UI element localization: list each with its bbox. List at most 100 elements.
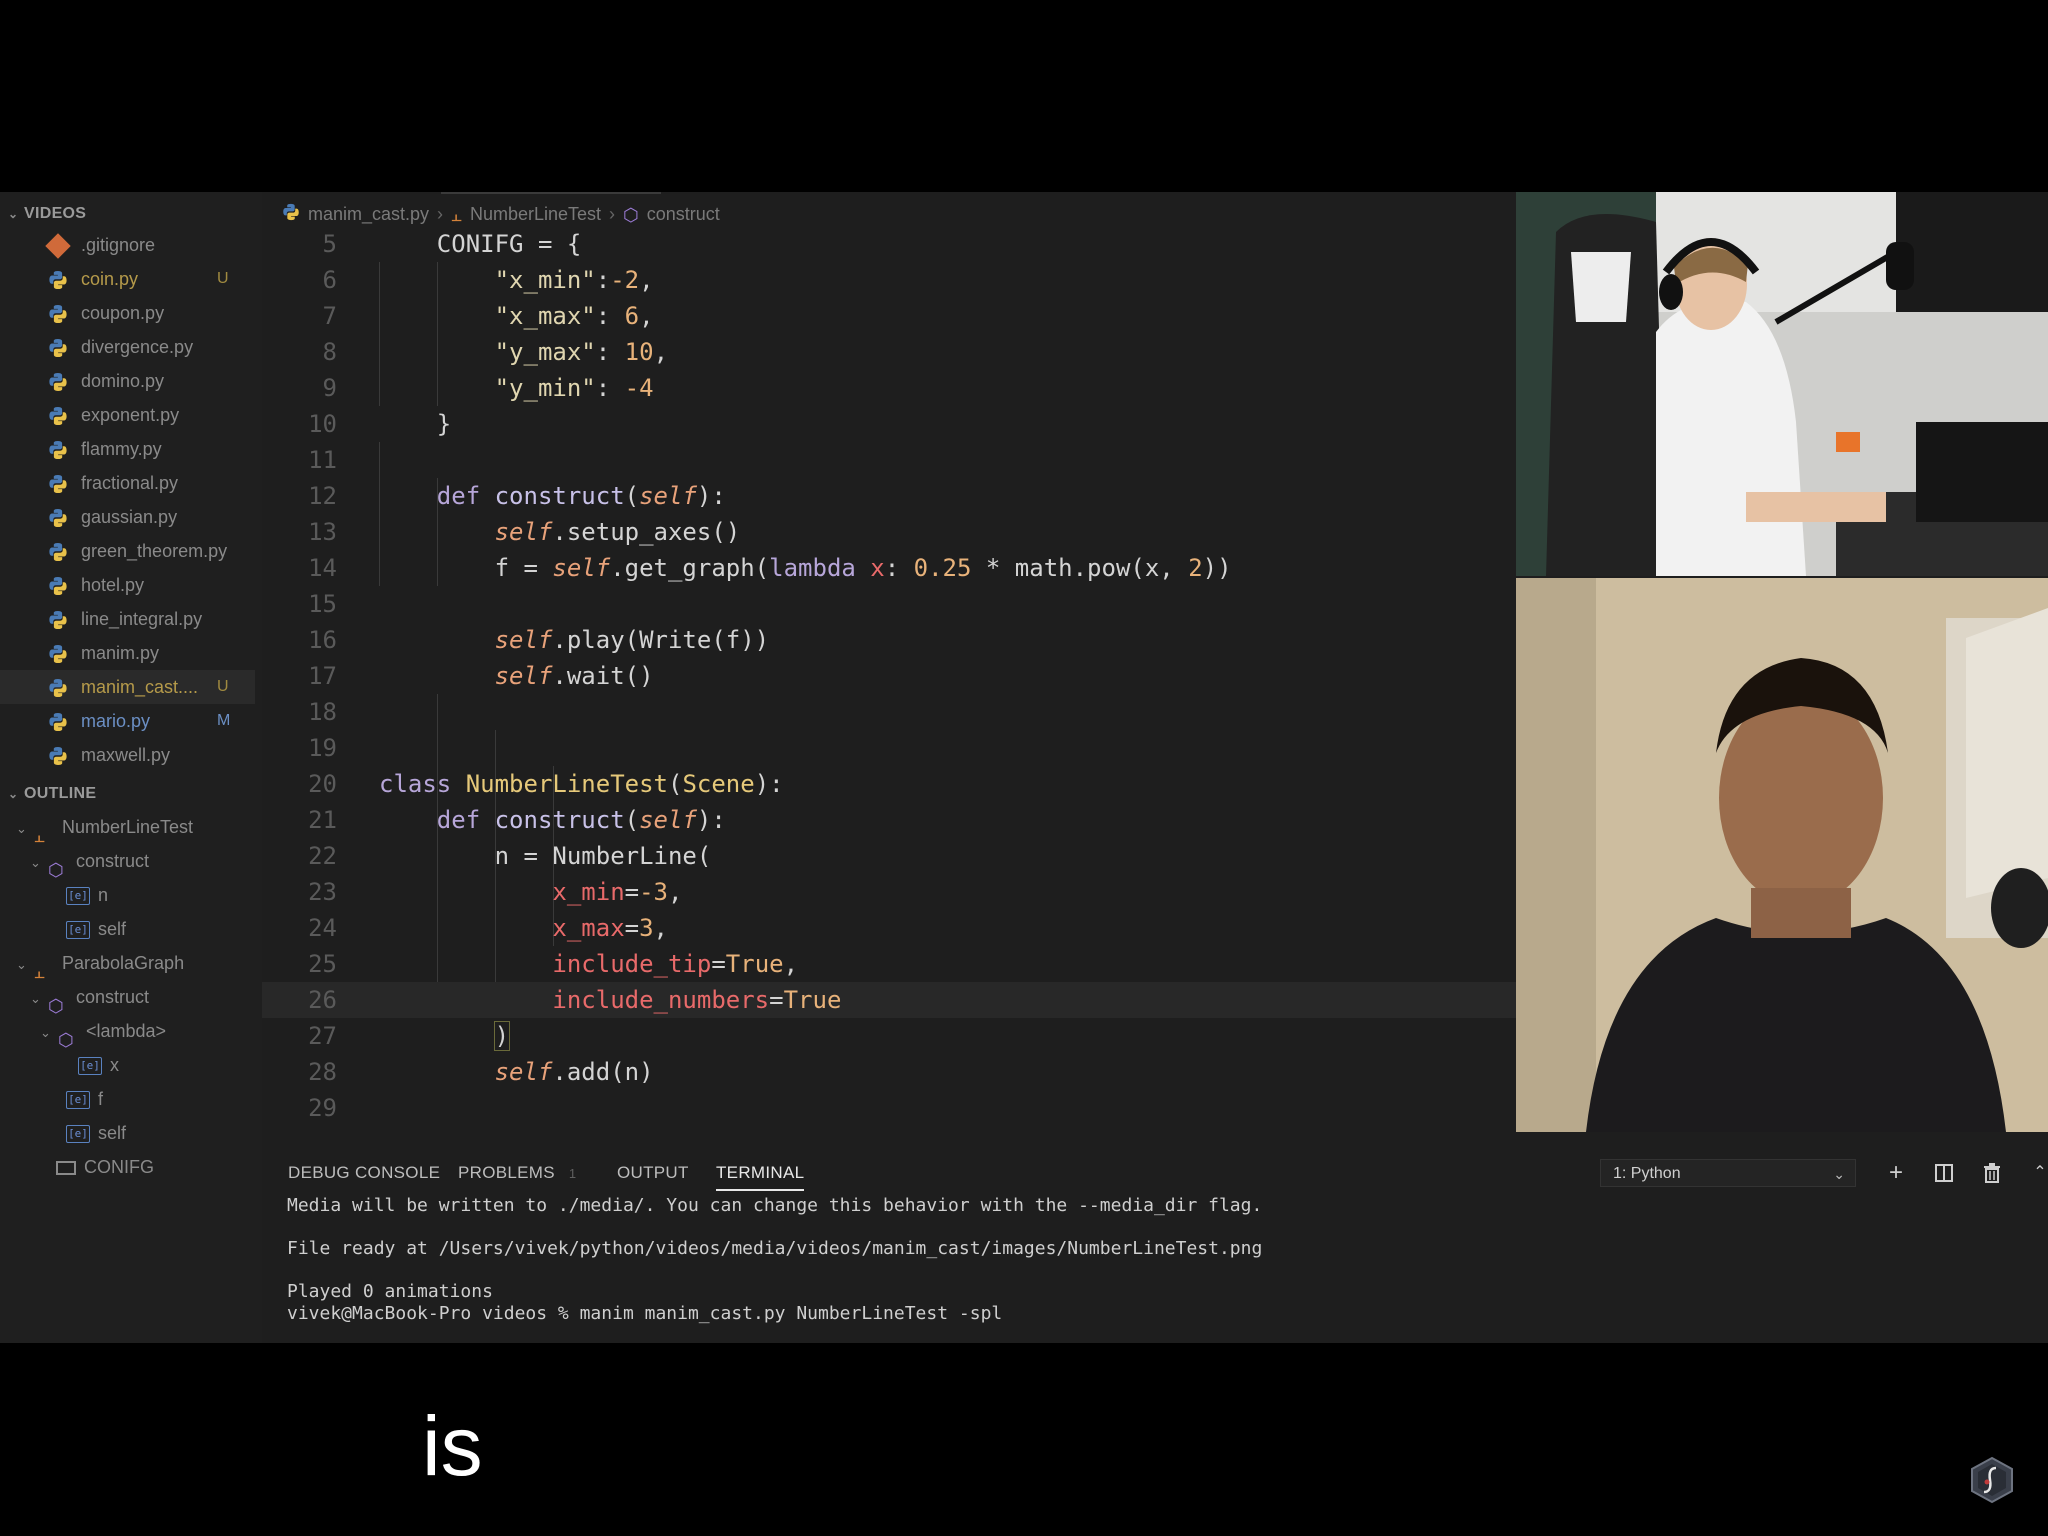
breadcrumb-method[interactable]: construct xyxy=(647,204,720,224)
channel-logo-icon[interactable] xyxy=(1968,1456,2016,1504)
line-number: 6 xyxy=(322,266,337,294)
file-item-line-integral[interactable]: line_integral.py xyxy=(0,602,255,636)
line-number: 22 xyxy=(308,842,337,870)
vscode-window: ⌄ VIDEOS .gitignore coin.py U coupon.py d… xyxy=(0,192,2048,1343)
outline-item-x[interactable]: [e] x xyxy=(78,1048,119,1082)
outline-item-construct[interactable]: ⌄ ⬡ construct xyxy=(30,844,150,880)
file-item-manim[interactable]: manim.py xyxy=(0,636,255,670)
line-number: 27 xyxy=(308,1022,337,1050)
python-icon xyxy=(48,712,68,732)
chevron-down-icon: ⌄ xyxy=(8,207,19,221)
outline-item-self-2[interactable]: [e] self xyxy=(66,1116,126,1150)
file-name: hotel.py xyxy=(81,575,145,595)
tab-debug-console[interactable]: DEBUG CONSOLE xyxy=(288,1155,440,1191)
file-item-hotel[interactable]: hotel.py xyxy=(0,568,255,602)
line-number: 11 xyxy=(308,446,337,474)
explorer-folder-name: VIDEOS xyxy=(24,205,87,222)
chevron-down-icon: ⌄ xyxy=(30,991,41,1006)
line-number: 8 xyxy=(322,338,337,366)
terminal-line: Media will be written to ./media/. You c… xyxy=(287,1195,1263,1216)
git-status-badge: M xyxy=(217,712,231,729)
breadcrumb-file[interactable]: manim_cast.py xyxy=(308,204,429,224)
method-icon: ⬡ xyxy=(58,1030,74,1051)
file-item-mario[interactable]: mario.py M xyxy=(0,704,255,738)
chevron-down-icon: ⌄ xyxy=(40,1025,51,1040)
file-item-coupon[interactable]: coupon.py xyxy=(0,296,255,330)
file-item-gaussian[interactable]: gaussian.py xyxy=(0,500,255,534)
explorer-sidebar: ⌄ VIDEOS .gitignore coin.py U coupon.py d… xyxy=(0,192,262,1343)
outline-label: f xyxy=(98,1089,104,1109)
file-item-coin[interactable]: coin.py U xyxy=(0,262,255,296)
outline-label: self xyxy=(98,919,127,939)
outline-item-lambda[interactable]: ⌄ ⬡ <lambda> xyxy=(40,1014,166,1051)
explorer-section-header[interactable]: ⌄ VIDEOS xyxy=(8,202,86,226)
bottom-panel: DEBUG CONSOLE PROBLEMS 1 OUTPUT TERMINAL … xyxy=(262,1155,2048,1343)
outline-section-header[interactable]: ⌄ OUTLINE xyxy=(8,782,96,806)
chevron-up-icon[interactable]: ⌃ xyxy=(2026,1159,2048,1187)
python-icon xyxy=(48,304,68,324)
python-icon xyxy=(48,372,68,392)
outline-label: construct xyxy=(76,851,150,871)
outline-item-self[interactable]: [e] self xyxy=(66,912,126,946)
line-number: 28 xyxy=(308,1058,337,1086)
line-number: 23 xyxy=(308,878,337,906)
terminal-select[interactable]: 1: Python ⌄ xyxy=(1600,1159,1856,1187)
video-subtitle: is xyxy=(422,1399,483,1493)
chevron-down-icon: ⌄ xyxy=(1833,1166,1845,1182)
git-icon xyxy=(45,233,71,259)
active-tab-indicator xyxy=(441,192,661,194)
outline-item-numberlinetest[interactable]: ⌄ ⫠ NumberLineTest xyxy=(16,810,193,846)
terminal-line: File ready at /Users/vivek/python/videos… xyxy=(287,1238,1263,1259)
line-number: 7 xyxy=(322,302,337,330)
python-icon xyxy=(48,406,68,426)
file-item-domino[interactable]: domino.py xyxy=(0,364,255,398)
outline-item-conifg[interactable]: CONIFG xyxy=(56,1150,154,1184)
outline-item-construct-2[interactable]: ⌄ ⬡ construct xyxy=(30,980,150,1016)
file-name: coin.py xyxy=(81,269,139,289)
line-number: 20 xyxy=(308,770,337,798)
problems-count: 1 xyxy=(568,1166,577,1181)
line-number: 16 xyxy=(308,626,337,654)
video-letterbox-top xyxy=(0,0,2048,192)
trash-icon[interactable] xyxy=(1978,1159,2006,1187)
terminal-output[interactable]: Media will be written to ./media/. You c… xyxy=(287,1195,1262,1324)
file-item-exponent[interactable]: exponent.py xyxy=(0,398,255,432)
outline-label: construct xyxy=(76,987,150,1007)
file-name: divergence.py xyxy=(81,337,194,357)
python-icon xyxy=(48,440,68,460)
file-item-maxwell[interactable]: maxwell.py xyxy=(0,738,255,772)
python-icon xyxy=(48,474,68,494)
file-name: mario.py xyxy=(81,711,151,731)
file-item-fractional[interactable]: fractional.py xyxy=(0,466,255,500)
breadcrumb-class[interactable]: NumberLineTest xyxy=(470,204,601,224)
tab-terminal[interactable]: TERMINAL xyxy=(716,1155,805,1191)
line-number: 26 xyxy=(308,986,337,1014)
file-name: line_integral.py xyxy=(81,609,203,629)
outline-item-f[interactable]: [e] f xyxy=(66,1082,103,1116)
add-terminal-icon[interactable]: + xyxy=(1882,1159,1910,1187)
outline-item-parabolagraph[interactable]: ⌄ ⫠ ParabolaGraph xyxy=(16,946,184,982)
outline-item-n[interactable]: [e] n xyxy=(66,878,108,912)
outline-label: self xyxy=(98,1123,127,1143)
python-icon xyxy=(48,576,68,596)
file-name: green_theorem.py xyxy=(81,541,228,561)
split-terminal-icon[interactable] xyxy=(1930,1159,1958,1187)
line-number: 9 xyxy=(322,374,337,402)
file-name: maxwell.py xyxy=(81,745,171,765)
file-item-green-theorem[interactable]: green_theorem.py xyxy=(0,534,255,568)
tab-problems[interactable]: PROBLEMS 1 xyxy=(458,1155,576,1191)
file-name: .gitignore xyxy=(81,235,156,255)
variable-icon: [e] xyxy=(66,887,90,906)
tab-output[interactable]: OUTPUT xyxy=(617,1155,689,1191)
webcam-feed-top xyxy=(1516,192,2048,576)
file-item-divergence[interactable]: divergence.py xyxy=(0,330,255,364)
file-name: flammy.py xyxy=(81,439,162,459)
file-item-manim-cast[interactable]: manim_cast.... U xyxy=(0,670,255,704)
file-item-gitignore[interactable]: .gitignore xyxy=(0,228,255,262)
line-number: 14 xyxy=(308,554,337,582)
file-item-flammy[interactable]: flammy.py xyxy=(0,432,255,466)
line-number: 24 xyxy=(308,914,337,942)
tab-problems-label: PROBLEMS xyxy=(458,1163,555,1182)
file-name: manim.py xyxy=(81,643,160,663)
terminal-line: Played 0 animations xyxy=(287,1281,493,1302)
